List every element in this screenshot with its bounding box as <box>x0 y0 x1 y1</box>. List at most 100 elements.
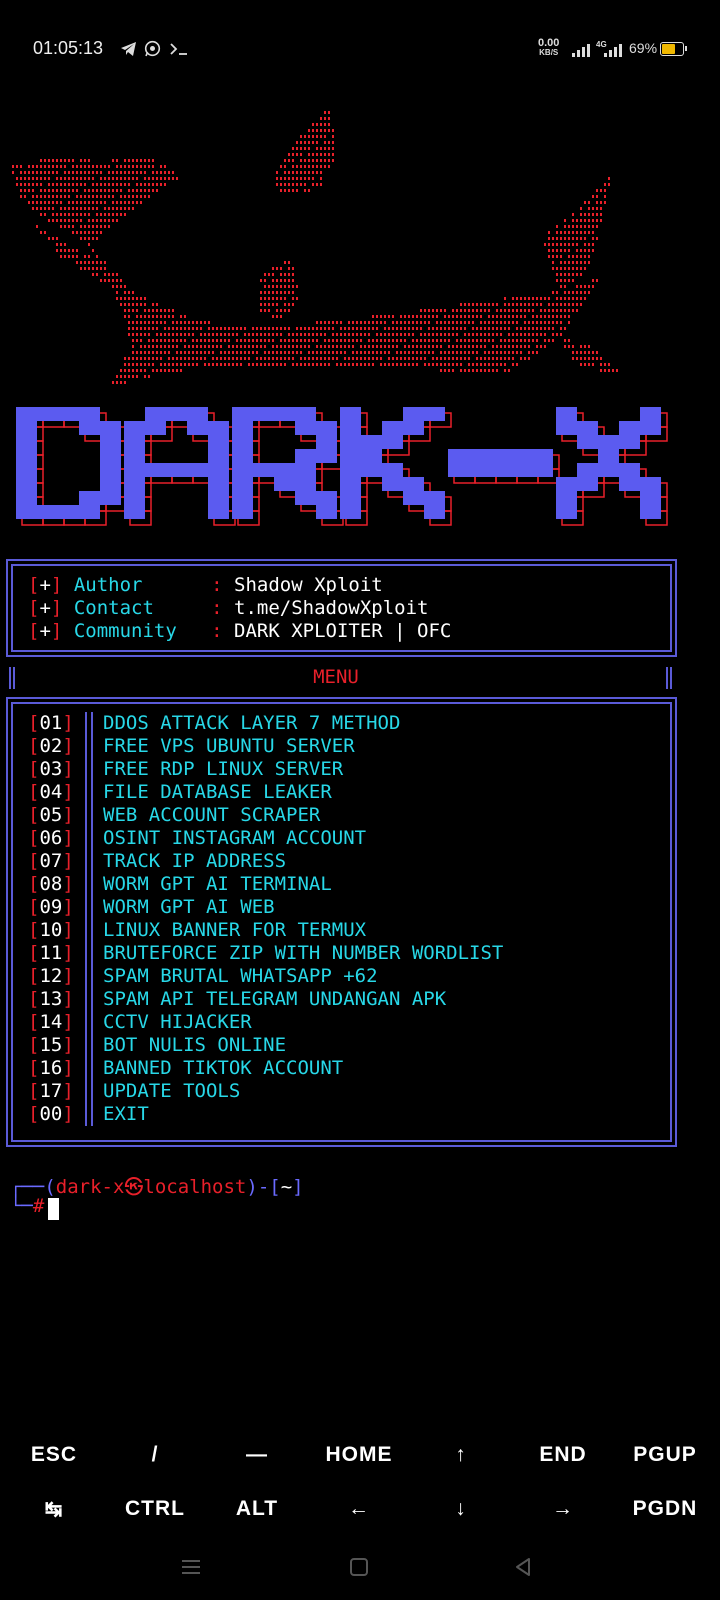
menu-separator <box>85 1011 93 1034</box>
pgup-key[interactable]: PGUP <box>615 1443 715 1467</box>
prompt-user: dark-x <box>55 1176 125 1198</box>
menu-item-label: CCTV HIJACKER <box>103 1011 252 1033</box>
menu-item-label: TRACK IP ADDRESS <box>103 850 287 872</box>
info-key: Author <box>73 574 177 596</box>
info-sep: : <box>211 574 223 596</box>
shark-dots <box>12 111 618 384</box>
info-marker-close: ] <box>50 597 63 619</box>
menu-item-number: [06] <box>28 827 74 849</box>
skull-icon: ㉿ <box>124 1176 144 1198</box>
menu-item-label: WORM GPT AI TERMINAL <box>103 873 332 895</box>
menu-item-label: LINUX BANNER FOR TERMUX <box>103 919 367 941</box>
info-marker-plus: + <box>39 574 51 596</box>
menu-separator <box>85 1057 93 1080</box>
info-marker-plus: + <box>39 597 51 619</box>
menu-item-label: EXIT <box>103 1103 149 1125</box>
menu-item-number: [14] <box>28 1011 74 1033</box>
signal-strength-icon <box>572 44 590 57</box>
menu-item-label: UPDATE TOOLS <box>103 1080 241 1102</box>
alt-key[interactable]: ALT <box>207 1497 307 1521</box>
ctrl-key[interactable]: CTRL <box>105 1497 205 1521</box>
menu-item-label: SPAM BRUTAL WHATSAPP +62 <box>103 965 378 987</box>
battery-tip <box>685 46 687 51</box>
info-sep: : <box>211 620 223 642</box>
menu-item-number: [03] <box>28 758 74 780</box>
menu-separator <box>85 942 93 965</box>
menu-separator <box>85 735 93 758</box>
menu-item-number: [15] <box>28 1034 74 1056</box>
menu-item-number: [11] <box>28 942 74 964</box>
home-icon[interactable] <box>349 1557 369 1577</box>
info-value: t.me/ShadowXploit <box>234 597 429 619</box>
shell-prompt-line-1: ┌──(dark-x㉿localhost)-[~] <box>10 1176 304 1198</box>
menu-item-number: [12] <box>28 965 74 987</box>
menu-item-label: DDOS ATTACK LAYER 7 METHOD <box>103 712 401 734</box>
battery-percent: 69% <box>629 40 658 56</box>
up-arrow-key[interactable]: ↑ <box>411 1443 511 1467</box>
menu-item-label: WORM GPT AI WEB <box>103 896 275 918</box>
shark-ascii-art <box>12 111 618 384</box>
status-time: 01:05:13 <box>33 38 104 58</box>
menu-separator <box>85 758 93 781</box>
menu-item-number: [01] <box>28 712 74 734</box>
menu-item-number: [04] <box>28 781 74 803</box>
info-value: Shadow Xploit <box>234 574 383 596</box>
menu-separator <box>85 988 93 1011</box>
menu-separator <box>85 1080 93 1103</box>
menu-separator <box>85 965 93 988</box>
terminal-icon <box>170 43 187 55</box>
menu-separator <box>85 919 93 942</box>
menu-icon[interactable] <box>180 1558 202 1576</box>
menu-item-label: BOT NULIS ONLINE <box>103 1034 287 1056</box>
menu-title: MENU <box>313 666 359 688</box>
menu-separator <box>85 804 93 827</box>
down-arrow-key[interactable]: ↓ <box>411 1497 511 1521</box>
menu-item-number: [17] <box>28 1080 74 1102</box>
info-row: [+] Community : DARK XPLOITER | OFC <box>28 620 451 643</box>
right-arrow-key[interactable]: → <box>513 1497 613 1521</box>
esc-key[interactable]: ESC <box>4 1443 104 1467</box>
menu-item-label: OSINT INSTAGRAM ACCOUNT <box>103 827 367 849</box>
menu-separator <box>85 712 93 735</box>
info-key: Contact <box>73 597 177 619</box>
menu-separator <box>85 850 93 873</box>
whatsapp-icon <box>144 40 161 57</box>
menu-separator <box>85 873 93 896</box>
menu-item-number: [09] <box>28 896 74 918</box>
info-marker-open: [ <box>28 620 40 642</box>
slash-key[interactable]: / <box>105 1443 205 1467</box>
menu-item-label: FILE DATABASE LEAKER <box>103 781 332 803</box>
terminal-cursor[interactable] <box>48 1198 59 1220</box>
menu-item-number: [00] <box>28 1103 74 1125</box>
menu-separator <box>85 827 93 850</box>
menu-item-label: BANNED TIKTOK ACCOUNT <box>103 1057 344 1079</box>
menu-item-number: [16] <box>28 1057 74 1079</box>
shell-prompt-line-2: └─# <box>10 1195 45 1217</box>
prompt-dir: ~ <box>280 1176 293 1198</box>
menu-item-label: WEB ACCOUNT SCRAPER <box>103 804 321 826</box>
menu-separator <box>85 1034 93 1057</box>
dash-key[interactable]: — <box>207 1443 307 1467</box>
menu-item-number: [02] <box>28 735 74 757</box>
menu-separator <box>85 1103 93 1126</box>
logo-pixels <box>16 407 668 526</box>
network-speed: 0.00 KB/S <box>538 37 560 58</box>
end-key[interactable]: END <box>513 1443 613 1467</box>
menu-item-label: SPAM API TELEGRAM UNDANGAN APK <box>103 988 447 1010</box>
battery-icon <box>660 42 684 56</box>
menu-item-number: [10] <box>28 919 74 941</box>
info-marker-open: [ <box>28 597 40 619</box>
menu-separator <box>85 896 93 919</box>
info-sep: : <box>211 597 223 619</box>
pgdn-key[interactable]: PGDN <box>615 1497 715 1521</box>
signal-strength-icon-2 <box>604 44 622 57</box>
info-key: Community <box>73 620 177 642</box>
left-arrow-key[interactable]: ← <box>309 1497 409 1521</box>
home-key[interactable]: HOME <box>309 1443 409 1467</box>
tab-key[interactable]: ↹ <box>4 1497 104 1522</box>
menu-item-number: [07] <box>28 850 74 872</box>
menu-separator <box>85 781 93 804</box>
back-icon[interactable] <box>513 1557 533 1577</box>
menu-item-label: FREE VPS UBUNTU SERVER <box>103 735 355 757</box>
info-row: [+] Author : Shadow Xploit <box>28 574 383 597</box>
